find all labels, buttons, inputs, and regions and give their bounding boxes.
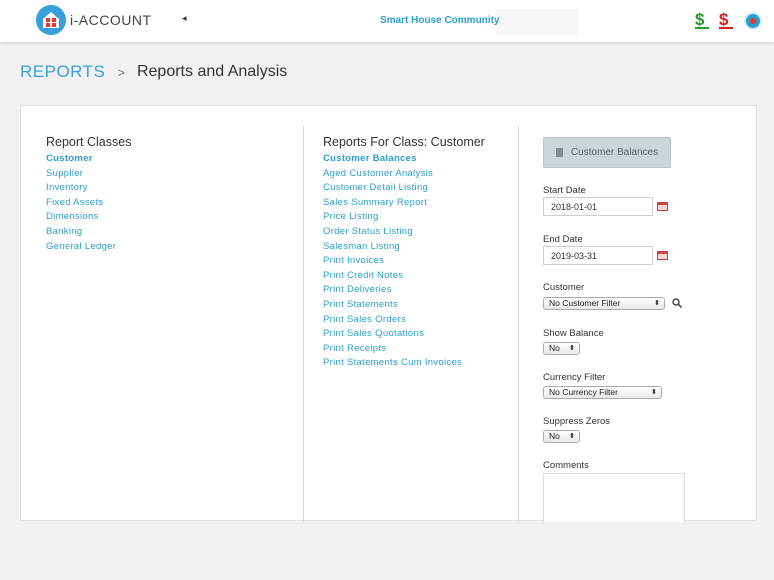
receive-arrow (695, 27, 709, 29)
logo-text: i-ACCOUNT (70, 12, 152, 28)
suppress-zeros-value: No (549, 431, 560, 441)
calendar-icon[interactable] (657, 202, 668, 211)
show-balance-label: Show Balance (543, 328, 604, 339)
show-balance-select[interactable]: No ⬍ (543, 342, 580, 355)
suppress-zeros-label: Suppress Zeros (543, 416, 611, 427)
breadcrumb: REPORTS > Reports and Analysis (20, 62, 287, 82)
report-link[interactable]: Aged Customer Analysis (323, 167, 462, 182)
report-link[interactable]: Print Deliveries (323, 283, 462, 298)
report-link[interactable]: Customer Detail Listing (323, 181, 462, 196)
reports-list: Customer Balances Aged Customer Analysis C… (323, 152, 462, 371)
chevron-right-icon: > (117, 64, 125, 80)
top-bar: i-ACCOUNT ◂ Smart House Community $ $ (0, 0, 774, 42)
report-link[interactable]: Salesman Listing (323, 240, 462, 255)
customer-select-value: No Customer Filter (549, 298, 621, 308)
end-date-input[interactable] (543, 246, 653, 265)
report-link[interactable]: Print Invoices (323, 254, 462, 269)
column-divider (518, 126, 519, 522)
house-icon (36, 5, 66, 35)
company-name[interactable]: Smart House Community (380, 15, 499, 26)
start-date-input[interactable] (543, 197, 653, 216)
select-arrows-icon: ⬍ (569, 433, 575, 440)
report-link[interactable]: Print Receipts (323, 342, 462, 357)
report-link[interactable]: Price Listing (323, 210, 462, 225)
select-arrows-icon: ⬍ (651, 389, 657, 396)
report-class-link[interactable]: Inventory (46, 181, 116, 196)
comments-textarea[interactable] (543, 473, 685, 522)
select-arrows-icon: ⬍ (569, 345, 575, 352)
currency-filter-label: Currency Filter (543, 372, 606, 383)
company-background (496, 9, 578, 35)
end-date-label: End Date (543, 234, 583, 245)
report-link[interactable]: Print Statements (323, 298, 462, 313)
report-link[interactable]: Print Sales Quotations (323, 327, 462, 342)
logo[interactable]: i-ACCOUNT (36, 5, 152, 35)
user-avatar-icon[interactable] (744, 12, 762, 30)
report-link[interactable]: Print Statements Cum Invoices (323, 356, 462, 371)
column-divider (303, 126, 304, 522)
report-class-link[interactable]: Fixed Assets (46, 196, 116, 211)
select-arrows-icon: ⬍ (654, 300, 660, 307)
customer-label: Customer (543, 282, 585, 293)
customer-balances-button[interactable]: Customer Balances (543, 137, 671, 168)
show-balance-value: No (549, 343, 560, 353)
breadcrumb-reports-link[interactable]: REPORTS (20, 62, 105, 82)
report-class-link[interactable]: Supplier (46, 167, 116, 182)
currency-filter-select[interactable]: No Currency Filter ⬍ (543, 386, 662, 399)
report-link[interactable]: Sales Summary Report (323, 196, 462, 211)
report-classes-heading: Report Classes (46, 135, 132, 149)
suppress-zeros-select[interactable]: No ⬍ (543, 430, 580, 443)
search-icon[interactable] (672, 298, 682, 308)
comments-label: Comments (543, 460, 589, 471)
collapse-sidebar-icon[interactable]: ◂ (182, 13, 187, 24)
customer-balances-button-label: Customer Balances (570, 147, 659, 158)
report-class-link[interactable]: Customer (46, 152, 116, 167)
reports-panel: Report Classes Customer Supplier Inventory… (20, 105, 757, 522)
page-title: Reports and Analysis (136, 63, 288, 80)
report-link[interactable]: Print Sales Orders (323, 313, 462, 328)
customer-select[interactable]: No Customer Filter ⬍ (543, 297, 665, 310)
report-classes-list: Customer Supplier Inventory Fixed Assets Dim… (46, 152, 116, 254)
start-date-label: Start Date (543, 185, 586, 196)
report-link[interactable]: Order Status Listing (323, 225, 462, 240)
reports-heading: Reports For Class: Customer (323, 135, 485, 149)
report-link[interactable]: Print Credit Notes (323, 269, 462, 284)
report-class-link[interactable]: General Ledger (46, 240, 116, 255)
document-icon (555, 148, 563, 157)
pay-arrow (719, 27, 733, 29)
calendar-icon[interactable] (657, 251, 668, 260)
report-link[interactable]: Customer Balances (323, 152, 462, 167)
report-class-link[interactable]: Banking (46, 225, 116, 240)
report-class-link[interactable]: Dimensions (46, 210, 116, 225)
currency-filter-value: No Currency Filter (549, 387, 618, 397)
